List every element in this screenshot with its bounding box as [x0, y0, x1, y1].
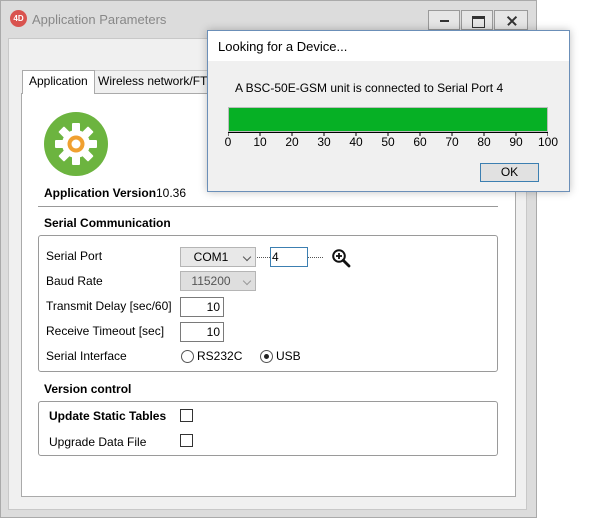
- progress-tick-label: 20: [285, 135, 299, 149]
- serial-port-select[interactable]: COM1: [180, 247, 256, 267]
- serial-communication-title: Serial Communication: [44, 216, 171, 230]
- serial-port-number-field[interactable]: 4: [270, 247, 308, 267]
- progress-tick-label: 90: [509, 135, 523, 149]
- transmit-delay-label: Transmit Delay [sec/60]: [46, 299, 172, 313]
- progress-bar: [228, 107, 548, 132]
- close-icon: [495, 11, 527, 29]
- radio-usb[interactable]: [260, 350, 273, 363]
- serial-port-value: COM1: [193, 250, 229, 264]
- looking-for-device-dialog: Looking for a Device... A BSC-50E-GSM un…: [207, 30, 570, 192]
- ok-button[interactable]: OK: [480, 163, 539, 182]
- divider: [38, 206, 498, 207]
- chevron-down-icon: [242, 252, 252, 262]
- transmit-delay-field[interactable]: 10: [180, 297, 224, 317]
- progress-tick-label: 50: [381, 135, 395, 149]
- receive-timeout-field[interactable]: 10: [180, 322, 224, 342]
- gear-icon: [44, 112, 108, 176]
- progress-tick-label: 80: [477, 135, 491, 149]
- upgrade-data-file-checkbox[interactable]: [180, 434, 193, 447]
- baud-rate-label: Baud Rate: [46, 274, 103, 288]
- progress-tick-label: 10: [253, 135, 267, 149]
- progress-tick-label: 70: [445, 135, 459, 149]
- baud-rate-select[interactable]: 115200: [180, 271, 256, 291]
- radio-usb-label: USB: [276, 349, 301, 363]
- dialog-title: Looking for a Device...: [218, 39, 348, 54]
- radio-rs232c[interactable]: [181, 350, 194, 363]
- maximize-icon: [462, 11, 492, 29]
- progress-tick-label: 0: [224, 135, 232, 149]
- progress-tick-label: 30: [317, 135, 331, 149]
- baud-rate-value: 115200: [191, 274, 231, 288]
- minimize-icon: [429, 11, 459, 29]
- version-control-title: Version control: [44, 382, 132, 396]
- progress-tick-label: 60: [413, 135, 427, 149]
- dialog-title-bar[interactable]: Looking for a Device...: [208, 31, 569, 61]
- app-version-value: 10.36: [156, 186, 187, 200]
- progress-tick-label: 40: [349, 135, 363, 149]
- tab-application[interactable]: Application: [22, 70, 95, 94]
- app-icon: 4D: [10, 10, 27, 27]
- update-static-tables-checkbox[interactable]: [180, 409, 193, 422]
- tab-wireless-network[interactable]: Wireless network/FTP: [92, 70, 223, 92]
- dotted-connector: [308, 257, 323, 258]
- dialog-message: A BSC-50E-GSM unit is connected to Seria…: [235, 81, 504, 95]
- dotted-connector: [257, 257, 270, 258]
- serial-port-label: Serial Port: [46, 249, 103, 263]
- upgrade-data-file-label: Upgrade Data File: [49, 435, 147, 449]
- progress-tick-label: 100: [537, 135, 559, 149]
- receive-timeout-label: Receive Timeout [sec]: [46, 324, 165, 338]
- update-static-tables-label: Update Static Tables: [49, 409, 167, 423]
- close-button[interactable]: [494, 10, 528, 30]
- progress-fill: [229, 108, 547, 131]
- zoom-in-icon[interactable]: [331, 248, 351, 268]
- serial-interface-label: Serial Interface: [46, 349, 127, 363]
- window-title: Application Parameters: [32, 12, 167, 27]
- app-version-label: Application Version: [44, 186, 157, 200]
- minimize-button[interactable]: [428, 10, 460, 30]
- maximize-button[interactable]: [461, 10, 493, 30]
- radio-rs232c-label: RS232C: [197, 349, 243, 363]
